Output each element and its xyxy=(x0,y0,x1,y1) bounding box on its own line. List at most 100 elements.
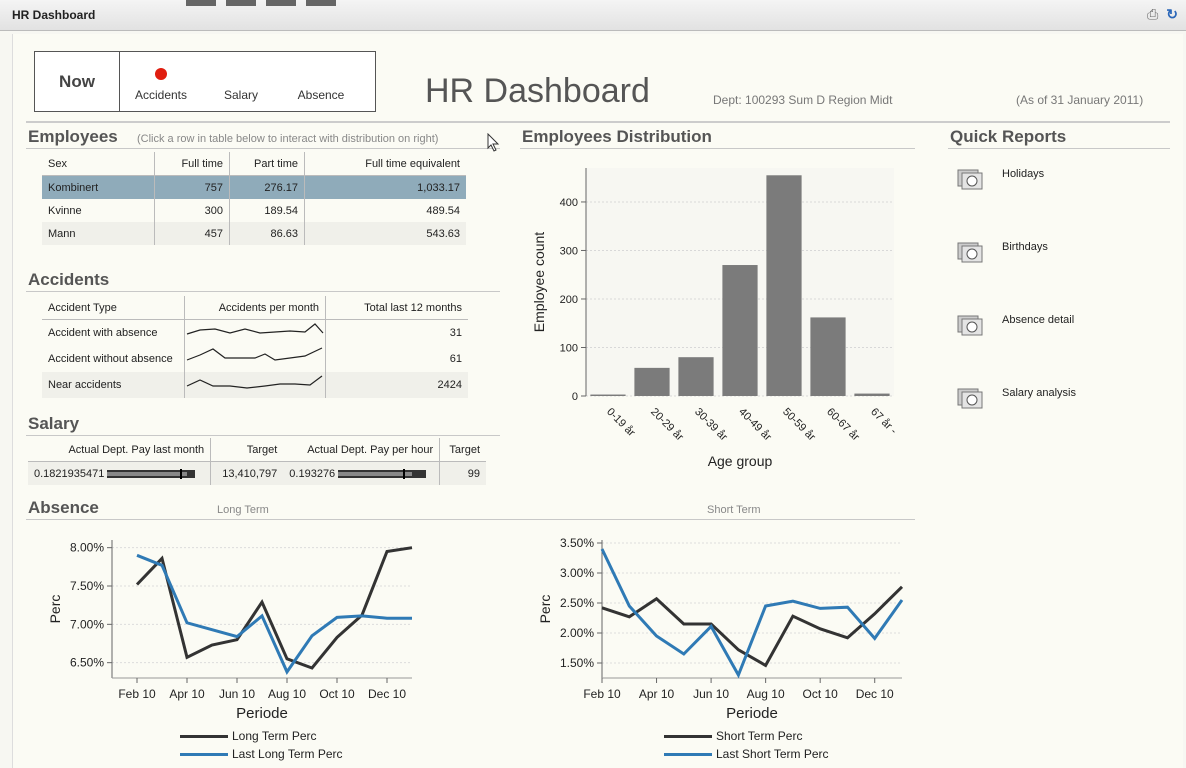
employee-distribution-chart: 0 100 200 300 400 0-19 år 20-29 år 30-39 år 40-4… xyxy=(531,168,899,469)
table-row[interactable]: Mann 457 86.63 543.63 xyxy=(42,222,466,245)
sparkline-cell xyxy=(184,319,326,346)
table-cell: Kombinert xyxy=(42,175,155,199)
x-tick-label: Apr 10 xyxy=(639,687,675,701)
x-tick-label: Oct 10 xyxy=(803,687,839,701)
table-row[interactable]: Accident with absence 31 xyxy=(42,319,468,346)
table-cell: 189.54 xyxy=(229,199,305,222)
short-term-absence-chart: 1.50% 2.00% 2.50% 3.00% 3.50% Feb 10 Apr 10 Jun… xyxy=(537,536,904,722)
kpi-label: Accidents xyxy=(134,88,188,102)
quick-report-label: Salary analysis xyxy=(1002,387,1076,399)
column-header[interactable]: Accident Type xyxy=(42,296,185,320)
column-header[interactable]: Actual Dept. Pay last month xyxy=(28,438,211,462)
dept-label: Dept: 100293 Sum D Region Midt xyxy=(713,93,893,107)
y-tick-label: 8.00% xyxy=(70,541,104,555)
x-tick-label: Apr 10 xyxy=(169,687,205,701)
kpi-absence[interactable]: Absence xyxy=(281,60,361,102)
table-cell: 300 xyxy=(154,199,230,222)
legend-swatch xyxy=(180,753,228,757)
y-tick-label: 2.50% xyxy=(560,596,594,610)
column-header[interactable]: Total last 12 months xyxy=(325,296,468,320)
y-tick-label: 100 xyxy=(560,342,578,354)
legend-item: Last Short Term Perc xyxy=(664,745,829,763)
column-header[interactable]: Full time equivalent xyxy=(304,152,466,176)
salary-title: Salary xyxy=(28,414,80,433)
column-header[interactable]: Sex xyxy=(42,152,155,176)
x-tick-label: Feb 10 xyxy=(118,687,156,701)
x-tick-label: Aug 10 xyxy=(268,687,306,701)
report-icon xyxy=(957,315,983,336)
column-header[interactable]: Accidents per month xyxy=(184,296,326,320)
x-tick-label: 20-29 år xyxy=(648,406,686,444)
x-tick-label: 30-39 år xyxy=(692,406,730,444)
x-axis-label: Periode xyxy=(236,705,288,722)
absence-title: Absence xyxy=(28,498,99,517)
table-row[interactable]: Near accidents 2424 xyxy=(42,372,468,398)
bar xyxy=(722,265,758,396)
legend-swatch xyxy=(664,753,712,757)
toolbar-tab[interactable] xyxy=(226,0,256,6)
kpi-salary[interactable]: Salary xyxy=(201,60,281,102)
employees-hint: (Click a row in table below to interact … xyxy=(137,133,439,145)
refresh-icon[interactable]: ↻ xyxy=(1166,6,1178,22)
table-row[interactable]: Accident without absence 61 xyxy=(42,346,468,372)
accidents-title: Accidents xyxy=(28,270,110,289)
x-tick-label: Oct 10 xyxy=(319,687,355,701)
toolbar-tab[interactable] xyxy=(266,0,296,6)
toolbar-tab[interactable] xyxy=(186,0,216,6)
table-cell: 543.63 xyxy=(304,222,466,245)
table-row[interactable]: Kombinert 757 276.17 1,033.17 xyxy=(42,175,466,199)
y-tick-label: 3.50% xyxy=(560,536,594,550)
y-tick-label: 200 xyxy=(560,294,578,306)
y-tick-label: 400 xyxy=(560,197,578,209)
bar xyxy=(590,394,626,396)
table-cell: Accident with absence xyxy=(48,327,158,339)
y-tick-label: 3.00% xyxy=(560,566,594,580)
column-header[interactable]: Full time xyxy=(154,152,230,176)
x-axis-label: Age group xyxy=(708,453,773,469)
table-cell: Near accidents xyxy=(42,372,185,398)
toolbar-tab[interactable] xyxy=(306,0,336,6)
divider xyxy=(520,148,915,149)
table-row[interactable]: Kvinne 300 189.54 489.54 xyxy=(42,199,466,222)
legend-label: Long Term Perc xyxy=(232,729,317,743)
column-header[interactable]: Target xyxy=(439,438,486,462)
column-header[interactable]: Actual Dept. Pay per hour xyxy=(283,438,440,462)
column-header[interactable]: Target xyxy=(210,438,284,462)
quick-report-label: Absence detail xyxy=(1002,314,1075,326)
divider xyxy=(26,121,1170,123)
sparkline xyxy=(186,323,324,335)
quick-report-label: Holidays xyxy=(1002,168,1045,180)
legend-label: Last Long Term Perc xyxy=(232,747,343,761)
x-tick-label: 67 år - xyxy=(868,406,899,437)
bar xyxy=(810,317,846,396)
sparkline-cell xyxy=(184,346,326,372)
divider xyxy=(26,291,500,292)
long-term-absence-chart: 6.50% 7.00% 7.50% 8.00% Feb 10 Apr 10 Jun 10 Au… xyxy=(47,540,413,722)
table-row[interactable]: 0.1821935471 13,410,797 0.193276 99 xyxy=(28,461,486,485)
table-cell: 276.17 xyxy=(229,175,305,199)
bullet-graph xyxy=(107,468,196,479)
quick-reports-title: Quick Reports xyxy=(950,127,1067,146)
table-cell: 31 xyxy=(325,319,468,346)
table-cell: 489.54 xyxy=(304,199,466,222)
pay-per-hour-value: 0.193276 xyxy=(289,467,336,480)
column-header[interactable]: Part time xyxy=(229,152,305,176)
kpi-accidents[interactable]: Accidents xyxy=(121,60,201,102)
legend-label: Last Short Term Perc xyxy=(716,747,829,761)
accidents-table: Accident Type Accidents per month Total … xyxy=(42,296,468,398)
print-icon[interactable]: ⎙ xyxy=(1147,6,1158,22)
divider xyxy=(948,148,1170,149)
short-term-legend: Short Term Perc Last Short Term Perc xyxy=(664,727,829,763)
report-icon xyxy=(957,388,983,409)
bar xyxy=(678,357,714,396)
page-title: HR Dashboard xyxy=(425,72,650,110)
table-cell: 86.63 xyxy=(229,222,305,245)
legend-item: Long Term Perc xyxy=(180,727,343,745)
pay-last-month-value: 0.1821935471 xyxy=(34,467,105,480)
mouse-cursor-icon xyxy=(487,133,500,152)
x-tick-label: Jun 10 xyxy=(219,687,255,701)
x-tick-label: 40-49 år xyxy=(736,406,774,444)
kpi-label: Salary xyxy=(223,88,258,102)
y-axis-label: Perc xyxy=(47,595,63,624)
report-icon xyxy=(957,169,983,190)
